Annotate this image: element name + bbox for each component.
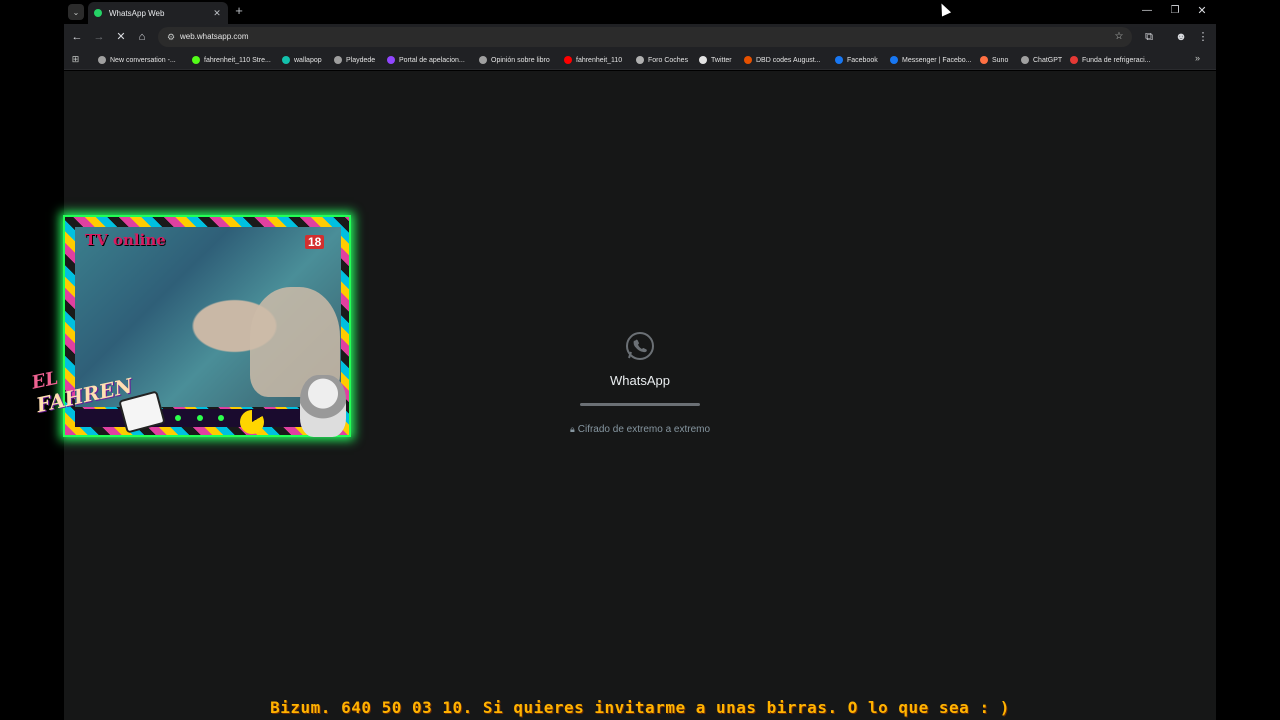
kick-icon <box>192 56 200 64</box>
bookmark-item[interactable]: Portal de apelacion... <box>387 53 465 67</box>
pellet-icon <box>218 415 224 421</box>
loading-progress-fill <box>580 403 700 406</box>
extensions-button[interactable]: ⧉ <box>1142 30 1156 44</box>
bookmark-item[interactable]: New conversation -... <box>98 53 176 67</box>
arrow-left-icon: ← <box>71 31 83 43</box>
whatsapp-title: WhatsApp <box>610 373 670 388</box>
whatsapp-logo-icon <box>626 332 654 360</box>
youtube-icon <box>564 56 572 64</box>
home-icon: ⌂ <box>138 31 146 43</box>
profile-button[interactable]: ☻ <box>1174 30 1188 44</box>
wallapop-icon <box>282 56 290 64</box>
bookmark-label: fahrenheit_110 <box>576 56 623 64</box>
encryption-notice: 🔒︎ Cifrado de extremo a extremo <box>520 424 760 435</box>
donation-ticker: Bizum. 640 50 03 10. Si quieres invitarm… <box>270 698 1010 717</box>
age-badge: 18 <box>305 235 325 249</box>
forocoches-icon <box>636 56 644 64</box>
lock-icon: 🔒︎ <box>569 424 575 434</box>
bookmark-label: ChatGPT <box>1033 56 1063 64</box>
close-icon: ✕ <box>116 31 126 43</box>
tab-title: WhatsApp Web <box>109 8 165 18</box>
bookmark-label: Opinión sobre libro <box>491 56 550 64</box>
encryption-text: Cifrado de extremo a extremo <box>577 424 711 435</box>
pellet-icon <box>197 415 203 421</box>
bookmark-label: Funda de refrigeraci... <box>1082 56 1151 64</box>
tab-search-button[interactable]: ⌄ <box>68 4 84 20</box>
home-button[interactable]: ⌂ <box>135 30 149 44</box>
restore-button[interactable]: ❐ <box>1168 4 1182 18</box>
bookmark-label: Twitter <box>711 56 732 64</box>
dbd-icon <box>744 56 752 64</box>
loading-progress-bar <box>580 403 700 406</box>
bookmark-label: New conversation -... <box>110 56 176 64</box>
facebook-icon <box>890 56 898 64</box>
openai-icon <box>1021 56 1029 64</box>
tab-whatsapp[interactable]: WhatsApp Web ✕ <box>88 2 228 24</box>
close-window-button[interactable]: ✕ <box>1195 4 1209 18</box>
bookmark-label: Messenger | Facebo... <box>902 56 972 64</box>
bookmark-label: Playdede <box>346 56 376 64</box>
new-tab-button[interactable]: + <box>232 4 246 18</box>
bookmark-item[interactable]: Playdede <box>334 53 375 67</box>
playdede-icon <box>334 56 342 64</box>
minimize-button[interactable]: — <box>1140 4 1154 18</box>
tv-online-label: TV online <box>85 231 166 249</box>
avatar-icon: ☻ <box>1175 31 1187 43</box>
openai-icon <box>479 56 487 64</box>
openai-icon <box>98 56 106 64</box>
chevron-double-right-icon[interactable]: » <box>1195 53 1200 63</box>
bookmarks-bar: ⊞ New conversation -... fahrenheit_110 St… <box>64 50 1216 70</box>
back-button[interactable]: ← <box>70 30 84 44</box>
address-bar[interactable]: ⚙ web.whatsapp.com ☆ <box>158 27 1132 47</box>
x-icon <box>699 56 707 64</box>
bookmark-item[interactable]: ChatGPT <box>1021 53 1062 67</box>
site-info-icon[interactable]: ⚙ <box>164 30 178 44</box>
pacman-icon <box>240 410 264 434</box>
chevron-down-icon: ⌄ <box>72 7 80 17</box>
puzzle-icon: ⧉ <box>1145 31 1153 43</box>
tab-strip: ⌄ WhatsApp Web ✕ + — ❐ ✕ <box>0 0 1280 24</box>
url-text[interactable]: web.whatsapp.com <box>180 32 248 41</box>
bookmark-label: fahrenheit_110 Stre... <box>204 56 271 64</box>
bookmark-item[interactable]: wallapop <box>282 53 322 67</box>
bookmark-item[interactable]: Facebook <box>835 53 878 67</box>
twitch-icon <box>387 56 395 64</box>
pellet-icon <box>175 415 181 421</box>
browser-toolbar: ← → ✕ ⌂ ⚙ web.whatsapp.com ☆ ⧉ ☻ ⋮ <box>64 24 1216 50</box>
menu-button[interactable]: ⋮ <box>1196 30 1210 44</box>
whatsapp-favicon-icon <box>94 9 102 17</box>
apps-grid-icon[interactable]: ⊞ <box>70 54 81 65</box>
bookmark-label: DBD codes August... <box>756 56 821 64</box>
bookmark-item[interactable]: fahrenheit_110 <box>564 53 622 67</box>
bookmark-item[interactable]: fahrenheit_110 Stre... <box>192 53 271 67</box>
bookmark-item[interactable]: Foro Coches <box>636 53 688 67</box>
facebook-icon <box>835 56 843 64</box>
bookmark-label: wallapop <box>294 56 322 64</box>
bookmark-item[interactable]: Messenger | Facebo... <box>890 53 972 67</box>
bookmark-item[interactable]: DBD codes August... <box>744 53 821 67</box>
bookmark-label: Portal de apelacion... <box>399 56 465 64</box>
bookmark-item[interactable]: Funda de refrigeraci... <box>1070 53 1150 67</box>
bookmark-label: Foro Coches <box>648 56 689 64</box>
astronaut-icon <box>300 375 346 437</box>
forward-button[interactable]: → <box>92 30 106 44</box>
arrow-right-icon: → <box>93 31 105 43</box>
aliexpress-icon <box>1070 56 1078 64</box>
bookmark-label: Suno <box>992 56 1009 64</box>
bookmark-item[interactable]: Opinión sobre libro <box>479 53 550 67</box>
bookmark-label: Facebook <box>847 56 878 64</box>
bookmark-star-icon[interactable]: ☆ <box>1112 30 1126 44</box>
bookmark-item[interactable]: Twitter <box>699 53 732 67</box>
kebab-menu-icon: ⋮ <box>1197 31 1209 43</box>
stop-loading-button[interactable]: ✕ <box>114 30 128 44</box>
bookmark-item[interactable]: Suno <box>980 53 1008 67</box>
tab-close-icon[interactable]: ✕ <box>212 8 222 19</box>
suno-icon <box>980 56 988 64</box>
